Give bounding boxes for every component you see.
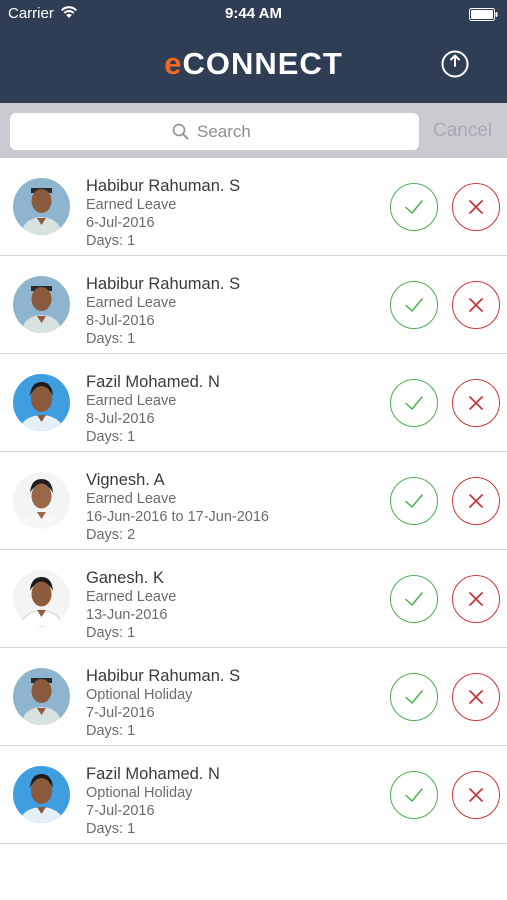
leave-request-row: Habibur Rahuman. S Earned Leave 6-Jul-20… (0, 158, 507, 256)
leave-request-row: Fazil Mohamed. N Earned Leave 8-Jul-2016… (0, 354, 507, 452)
battery-icon (469, 8, 498, 21)
check-icon (405, 298, 423, 312)
close-icon (469, 592, 483, 606)
leave-request-row: Habibur Rahuman. S Optional Holiday 7-Ju… (0, 648, 507, 746)
avatar (13, 766, 70, 823)
leave-type: Earned Leave (86, 295, 177, 311)
approve-button[interactable] (390, 281, 438, 329)
leave-details: Vignesh. A Earned Leave 16-Jun-2016 to 1… (86, 470, 269, 544)
search-icon (172, 123, 189, 140)
search-field[interactable] (10, 113, 419, 150)
leave-request-list: Habibur Rahuman. S Earned Leave 6-Jul-20… (0, 158, 507, 844)
leave-days: Days: 1 (86, 233, 136, 249)
reject-button[interactable] (452, 379, 500, 427)
leave-days: Days: 1 (86, 429, 136, 445)
leave-days: Days: 1 (86, 625, 136, 641)
leave-details: Habibur Rahuman. S Earned Leave 8-Jul-20… (86, 274, 240, 348)
leave-request-row: Habibur Rahuman. S Earned Leave 8-Jul-20… (0, 256, 507, 354)
employee-name: Habibur Rahuman. S (86, 667, 241, 685)
approve-button[interactable] (390, 183, 438, 231)
leave-details: Ganesh. K Earned Leave 13-Jun-2016 Days:… (86, 568, 176, 642)
approve-button[interactable] (390, 771, 438, 819)
logo-text: CONNECT (182, 46, 343, 81)
employee-name: Vignesh. A (86, 471, 165, 489)
reject-button[interactable] (452, 281, 500, 329)
logo-e: e (164, 46, 183, 81)
check-icon (405, 788, 423, 802)
check-icon (405, 592, 423, 606)
employee-name: Fazil Mohamed. N (86, 765, 220, 783)
leave-date: 6-Jul-2016 (86, 215, 155, 231)
leave-date: 8-Jul-2016 (86, 313, 155, 329)
approve-button[interactable] (390, 379, 438, 427)
leave-type: Earned Leave (86, 589, 177, 605)
close-icon (469, 494, 483, 508)
close-icon (469, 298, 483, 312)
avatar (13, 276, 70, 333)
employee-name: Ganesh. K (86, 569, 164, 587)
approve-button[interactable] (390, 673, 438, 721)
clock: 9:44 AM (225, 5, 282, 22)
leave-days: Days: 1 (86, 331, 136, 347)
leave-details: Fazil Mohamed. N Optional Holiday 7-Jul-… (86, 764, 220, 838)
status-bar: Carrier 9:44 AM (0, 0, 507, 28)
close-icon (469, 396, 483, 410)
employee-name: Fazil Mohamed. N (86, 373, 220, 391)
leave-type: Earned Leave (86, 197, 177, 213)
employee-name: Habibur Rahuman. S (86, 177, 241, 195)
app-logo: eCONNECT (0, 46, 507, 82)
approve-button[interactable] (390, 575, 438, 623)
check-icon (405, 494, 423, 508)
avatar (13, 570, 70, 627)
leave-type: Earned Leave (86, 393, 177, 409)
check-icon (405, 396, 423, 410)
leave-type: Earned Leave (86, 491, 177, 507)
power-icon (441, 50, 469, 78)
leave-request-row: Fazil Mohamed. N Optional Holiday 7-Jul-… (0, 746, 507, 844)
leave-type: Optional Holiday (86, 687, 193, 703)
employee-name: Habibur Rahuman. S (86, 275, 241, 293)
search-input[interactable] (197, 121, 257, 142)
logout-button[interactable] (440, 49, 470, 79)
leave-days: Days: 1 (86, 821, 136, 837)
app-header: Carrier 9:44 AM eCONNECT (0, 0, 507, 103)
approve-button[interactable] (390, 477, 438, 525)
close-icon (469, 788, 483, 802)
leave-request-row: Vignesh. A Earned Leave 16-Jun-2016 to 1… (0, 452, 507, 550)
leave-days: Days: 1 (86, 723, 136, 739)
reject-button[interactable] (452, 673, 500, 721)
leave-details: Habibur Rahuman. S Optional Holiday 7-Ju… (86, 666, 240, 740)
cancel-button[interactable]: Cancel (433, 120, 492, 142)
reject-button[interactable] (452, 575, 500, 623)
leave-details: Fazil Mohamed. N Earned Leave 8-Jul-2016… (86, 372, 220, 446)
avatar (13, 374, 70, 431)
reject-button[interactable] (452, 183, 500, 231)
leave-days: Days: 2 (86, 527, 136, 543)
leave-request-row: Ganesh. K Earned Leave 13-Jun-2016 Days:… (0, 550, 507, 648)
leave-date: 7-Jul-2016 (86, 803, 155, 819)
check-icon (405, 200, 423, 214)
leave-date: 8-Jul-2016 (86, 411, 155, 427)
avatar (13, 668, 70, 725)
check-icon (405, 690, 423, 704)
reject-button[interactable] (452, 477, 500, 525)
close-icon (469, 690, 483, 704)
leave-type: Optional Holiday (86, 785, 193, 801)
reject-button[interactable] (452, 771, 500, 819)
avatar (13, 472, 70, 529)
leave-date: 7-Jul-2016 (86, 705, 155, 721)
avatar (13, 178, 70, 235)
search-bar: Cancel (0, 103, 507, 158)
leave-details: Habibur Rahuman. S Earned Leave 6-Jul-20… (86, 176, 240, 250)
leave-date: 13-Jun-2016 (86, 607, 168, 623)
close-icon (469, 200, 483, 214)
leave-date: 16-Jun-2016 to 17-Jun-2016 (86, 509, 269, 525)
